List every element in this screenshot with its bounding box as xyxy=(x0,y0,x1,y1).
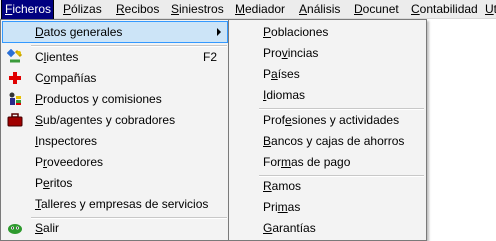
submenu-item-label: Primas xyxy=(263,200,301,214)
submenu-item-formas-de-pago[interactable]: Formas de pago xyxy=(231,152,424,172)
menu-item-peritos[interactable]: Peritos xyxy=(3,173,227,193)
menu-item-label: Salir xyxy=(35,221,60,235)
menu-utilidades[interactable]: Ut xyxy=(485,0,496,19)
menu-item-companias[interactable]: Compañías xyxy=(3,68,227,88)
products-icon xyxy=(9,92,21,105)
submenu-item-label: Ramos xyxy=(263,179,302,193)
exit-icon xyxy=(8,224,22,234)
menu-item-productos[interactable]: Productos y comisiones xyxy=(3,89,227,109)
submenu-item-idiomas[interactable]: Idiomas xyxy=(231,85,424,105)
submenu-item-ramos[interactable]: Ramos xyxy=(231,176,424,196)
menu-item-datos-generales[interactable]: Datos generales xyxy=(2,21,228,43)
menu-item-label: Peritos xyxy=(35,176,73,190)
menu-docunet[interactable]: Docunet xyxy=(354,0,399,19)
menu-item-subagentes[interactable]: Sub/agentes y cobradores xyxy=(3,110,227,130)
briefcase-icon xyxy=(7,113,23,127)
menu-item-label: Proveedores xyxy=(35,155,104,169)
submenu-arrow-icon xyxy=(217,28,221,36)
ficheros-dropdown: Datos generales Clientes F2 Compañías Pr… xyxy=(0,19,230,241)
submenu-item-poblaciones[interactable]: Poblaciones xyxy=(231,22,424,42)
menu-item-label: Productos y comisiones xyxy=(35,92,162,106)
datos-generales-submenu: Poblaciones Provincias Países Idiomas Pr… xyxy=(228,19,427,241)
submenu-item-label: Garantías xyxy=(263,221,316,235)
submenu-item-label: Idiomas xyxy=(263,88,306,102)
menu-contabilidad[interactable]: Contabilidad xyxy=(411,0,478,19)
submenu-item-label: Bancos y cajas de ahorros xyxy=(263,134,405,148)
submenu-item-garantias[interactable]: Garantías xyxy=(231,218,424,238)
clients-icon xyxy=(7,49,23,63)
submenu-item-bancos[interactable]: Bancos y cajas de ahorros xyxy=(231,131,424,151)
submenu-item-label: Provincias xyxy=(263,46,319,60)
menu-mediador[interactable]: Mediador xyxy=(235,0,285,19)
menu-item-clientes[interactable]: Clientes F2 xyxy=(3,47,227,67)
submenu-item-provincias[interactable]: Provincias xyxy=(231,43,424,63)
menu-item-label: Compañías xyxy=(35,71,97,85)
menu-item-label: Talleres y empresas de servicios xyxy=(35,197,209,211)
menu-ficheros[interactable]: Ficheros xyxy=(1,0,54,20)
submenu-item-label: Formas de pago xyxy=(263,155,351,169)
background-area xyxy=(427,19,496,241)
menu-item-label: Datos generales xyxy=(35,25,123,39)
submenu-item-label: Poblaciones xyxy=(263,25,329,39)
menu-item-salir[interactable]: Salir xyxy=(3,218,227,238)
menu-item-proveedores[interactable]: Proveedores xyxy=(3,152,227,172)
menu-recibos[interactable]: Recibos xyxy=(116,0,159,19)
submenu-item-profesiones[interactable]: Profesiones y actividades xyxy=(231,110,424,130)
menu-item-label: Inspectores xyxy=(35,134,98,148)
menu-polizas[interactable]: Pólizas xyxy=(63,0,102,19)
menu-item-shortcut: F2 xyxy=(202,50,217,64)
menu-item-label: Sub/agentes y cobradores xyxy=(35,113,176,127)
menu-bar: Ficheros Pólizas Recibos Siniestros Medi… xyxy=(0,0,496,20)
menu-item-inspectores[interactable]: Inspectores xyxy=(3,131,227,151)
menu-siniestros[interactable]: Siniestros xyxy=(171,0,224,19)
menu-item-talleres[interactable]: Talleres y empresas de servicios xyxy=(3,194,227,214)
menu-analisis[interactable]: Análisis xyxy=(299,0,340,19)
submenu-item-paises[interactable]: Países xyxy=(231,64,424,84)
submenu-item-primas[interactable]: Primas xyxy=(231,197,424,217)
menu-item-label: Clientes xyxy=(35,50,79,64)
red-cross-icon xyxy=(9,72,21,84)
submenu-item-label: Países xyxy=(263,67,300,81)
submenu-item-label: Profesiones y actividades xyxy=(263,113,400,127)
